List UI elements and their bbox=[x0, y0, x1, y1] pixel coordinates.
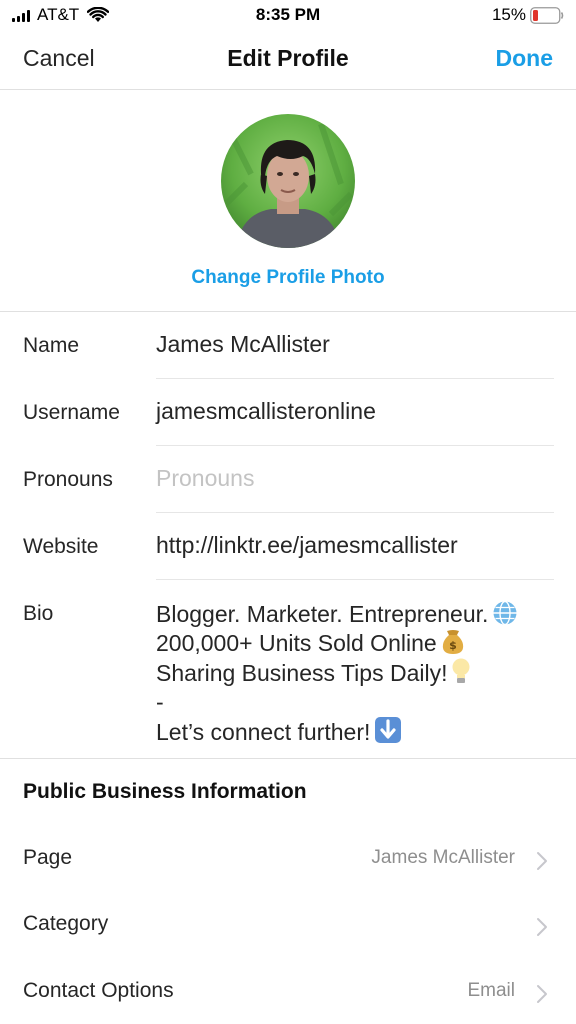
pronouns-placeholder: Pronouns bbox=[156, 465, 255, 491]
pronouns-row: Pronouns Pronouns bbox=[0, 446, 576, 513]
website-label: Website bbox=[23, 535, 99, 558]
globe-icon bbox=[493, 600, 517, 626]
change-profile-photo-button[interactable]: Change Profile Photo bbox=[0, 267, 576, 289]
navigation-bar: Cancel Edit Profile Done bbox=[0, 30, 576, 90]
chevron-right-icon bbox=[537, 918, 547, 936]
bio-row: Bio Blogger. Marketer. Entrepreneur. 200… bbox=[0, 580, 576, 759]
chevron-right-icon bbox=[537, 852, 547, 870]
pronouns-field[interactable]: Pronouns bbox=[156, 446, 554, 513]
bio-line-text: Let’s connect further! bbox=[156, 719, 371, 745]
username-field[interactable]: jamesmcallisteronline bbox=[156, 379, 554, 446]
contact-options-value: Email bbox=[467, 980, 515, 1001]
light-bulb-icon bbox=[452, 658, 470, 683]
name-row: Name James McAllister bbox=[0, 312, 576, 379]
bio-line: 200,000+ Units Sold Online $ bbox=[156, 629, 518, 658]
chevron-right-icon bbox=[537, 985, 547, 1003]
bio-line-text: Blogger. Marketer. Entrepreneur. bbox=[156, 601, 489, 627]
name-label: Name bbox=[23, 334, 80, 357]
status-time: 8:35 PM bbox=[255, 5, 321, 24]
category-label: Category bbox=[23, 912, 109, 935]
business-contact-options-row[interactable]: Contact Options Email bbox=[0, 960, 576, 1024]
bio-line-text: 200,000+ Units Sold Online bbox=[156, 629, 437, 656]
username-label: Username bbox=[23, 401, 120, 424]
business-section-heading: Public Business Information bbox=[23, 780, 307, 803]
svg-text:$: $ bbox=[449, 639, 457, 652]
battery-percentage: 15% bbox=[491, 5, 526, 24]
pronouns-label: Pronouns bbox=[23, 468, 113, 491]
done-button[interactable]: Done bbox=[496, 45, 554, 72]
website-field[interactable]: http://linktr.ee/jamesmcallister bbox=[156, 513, 554, 580]
business-page-row[interactable]: Page James McAllister bbox=[0, 827, 576, 893]
profile-form: Name James McAllister Username jamesmcal… bbox=[0, 312, 576, 759]
business-category-row[interactable]: Category bbox=[0, 893, 576, 959]
name-value: James McAllister bbox=[156, 331, 330, 357]
bio-label: Bio bbox=[23, 602, 54, 625]
avatar-portrait bbox=[221, 114, 355, 248]
down-arrow-icon bbox=[375, 717, 402, 743]
bio-line: Let’s connect further! bbox=[156, 716, 518, 747]
username-value: jamesmcallisteronline bbox=[156, 398, 376, 424]
battery-icon bbox=[530, 6, 564, 24]
bio-field[interactable]: Blogger. Marketer. Entrepreneur. 200,000… bbox=[156, 600, 518, 747]
status-bar: AT&T 8:35 PM 15% bbox=[0, 0, 576, 30]
contact-options-label: Contact Options bbox=[23, 979, 174, 1002]
website-row: Website http://linktr.ee/jamesmcallister bbox=[0, 513, 576, 580]
bio-line: Blogger. Marketer. Entrepreneur. bbox=[156, 600, 518, 629]
bio-line-text: Sharing Business Tips Daily! bbox=[156, 660, 448, 686]
name-field[interactable]: James McAllister bbox=[156, 312, 554, 379]
page-value: James McAllister bbox=[371, 847, 515, 868]
bio-line: - bbox=[156, 688, 518, 717]
avatar[interactable] bbox=[221, 114, 355, 248]
username-row: Username jamesmcallisteronline bbox=[0, 379, 576, 446]
page-label: Page bbox=[23, 846, 73, 869]
bio-line: Sharing Business Tips Daily! bbox=[156, 657, 518, 688]
profile-photo-section: Change Profile Photo bbox=[0, 90, 576, 312]
cancel-button[interactable]: Cancel bbox=[23, 45, 95, 72]
status-right: 15% bbox=[492, 5, 564, 25]
website-value: http://linktr.ee/jamesmcallister bbox=[156, 532, 458, 558]
money-bag-icon: $ bbox=[442, 629, 463, 654]
bio-line-text: - bbox=[156, 688, 164, 715]
